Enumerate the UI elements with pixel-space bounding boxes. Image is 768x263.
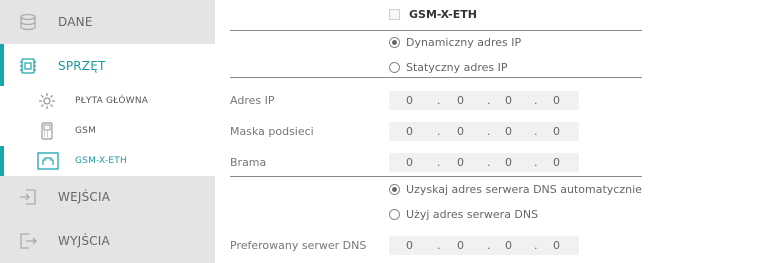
- database-icon: [17, 11, 39, 33]
- sidebar: DANE SPRZĘT PŁYTA GŁÓWNA GSM GSM-X-ETH W…: [0, 0, 215, 263]
- ip-dot: .: [487, 156, 491, 169]
- ip-octet: 0: [406, 94, 413, 107]
- ip-octet: 0: [406, 239, 413, 252]
- page-title: GSM-X-ETH: [409, 8, 477, 21]
- ip-octet: 0: [406, 125, 413, 138]
- gear-icon: [37, 91, 57, 111]
- gateway-input[interactable]: 0 . 0 . 0 . 0: [389, 153, 579, 172]
- radio-button[interactable]: [389, 184, 400, 195]
- ip-octet: 0: [505, 239, 512, 252]
- ip-octet: 0: [553, 94, 560, 107]
- ip-dot: .: [487, 94, 491, 107]
- radio-label: Uzyskaj adres serwera DNS automatycznie: [406, 183, 642, 196]
- module-header: GSM-X-ETH: [389, 8, 477, 21]
- ip-dot: .: [534, 94, 538, 107]
- sidebar-item-label: DANE: [58, 15, 93, 29]
- output-icon: [17, 230, 39, 252]
- preferred-dns-input[interactable]: 0 . 0 . 0 . 0: [389, 236, 579, 255]
- input-icon: [17, 186, 39, 208]
- ip-dot: .: [437, 156, 441, 169]
- sidebar-subitem-label: PŁYTA GŁÓWNA: [75, 96, 149, 106]
- ip-octet: 0: [553, 125, 560, 138]
- sidebar-item-label: WYJŚCIA: [58, 233, 110, 248]
- radio-dns-auto[interactable]: Uzyskaj adres serwera DNS automatycznie: [389, 183, 642, 196]
- ip-octet: 0: [406, 156, 413, 169]
- ip-address-label: Adres IP: [230, 94, 275, 107]
- radio-dynamic-ip[interactable]: Dynamiczny adres IP: [389, 36, 521, 49]
- radio-label: Dynamiczny adres IP: [406, 36, 522, 49]
- sidebar-item-label: SPRZĘT: [58, 59, 106, 73]
- ip-octet: 0: [457, 94, 464, 107]
- radio-static-ip[interactable]: Statyczny adres IP: [389, 61, 508, 74]
- ip-dot: .: [534, 239, 538, 252]
- sidebar-item-label: WEJŚCIA: [58, 190, 111, 204]
- ip-dot: .: [534, 125, 538, 138]
- ethernet-icon: [37, 151, 59, 171]
- sidebar-item-sprzet[interactable]: SPRZĘT: [4, 44, 215, 88]
- divider: [230, 77, 642, 78]
- sidebar-subitem-gsm-x-eth[interactable]: GSM-X-ETH: [4, 146, 215, 176]
- ip-dot: .: [437, 125, 441, 138]
- ip-octet: 0: [505, 156, 512, 169]
- sidebar-subitem-gsm[interactable]: GSM: [0, 116, 215, 146]
- main-panel: GSM-X-ETH Dynamiczny adres IP Statyczny …: [215, 0, 768, 263]
- divider: [230, 30, 642, 31]
- radio-button[interactable]: [389, 209, 400, 220]
- ip-octet: 0: [505, 94, 512, 107]
- ip-dot: .: [487, 125, 491, 138]
- ip-octet: 0: [457, 125, 464, 138]
- phone-icon: [37, 121, 57, 141]
- subnet-mask-input[interactable]: 0 . 0 . 0 . 0: [389, 122, 579, 141]
- sidebar-subitem-plyta-glowna[interactable]: PŁYTA GŁÓWNA: [0, 86, 215, 116]
- subnet-mask-label: Maska podsieci: [230, 125, 314, 138]
- ip-dot: .: [437, 94, 441, 107]
- radio-dns-manual[interactable]: Użyj adres serwera DNS: [389, 208, 538, 221]
- ip-address-input[interactable]: 0 . 0 . 0 . 0: [389, 91, 579, 110]
- sidebar-item-wyjscia[interactable]: WYJŚCIA: [0, 218, 215, 263]
- radio-label: Użyj adres serwera DNS: [406, 208, 539, 221]
- radio-button[interactable]: [389, 37, 400, 48]
- sidebar-subitem-label: GSM: [75, 126, 97, 136]
- module-enable-checkbox[interactable]: [389, 9, 400, 20]
- preferred-dns-label: Preferowany serwer DNS: [230, 239, 367, 252]
- ip-octet: 0: [505, 125, 512, 138]
- ip-octet: 0: [457, 156, 464, 169]
- ip-octet: 0: [457, 239, 464, 252]
- ip-dot: .: [534, 156, 538, 169]
- gateway-label: Brama: [230, 156, 267, 169]
- radio-button[interactable]: [389, 62, 400, 73]
- hardware-chip-icon: [17, 55, 39, 77]
- ip-dot: .: [487, 239, 491, 252]
- divider: [230, 176, 642, 177]
- ip-octet: 0: [553, 156, 560, 169]
- radio-label: Statyczny adres IP: [406, 61, 508, 74]
- ip-octet: 0: [553, 239, 560, 252]
- ip-dot: .: [437, 239, 441, 252]
- sidebar-subitem-label: GSM-X-ETH: [75, 156, 127, 166]
- sidebar-item-dane[interactable]: DANE: [0, 0, 215, 44]
- sidebar-item-wejscia[interactable]: WEJŚCIA: [0, 176, 215, 218]
